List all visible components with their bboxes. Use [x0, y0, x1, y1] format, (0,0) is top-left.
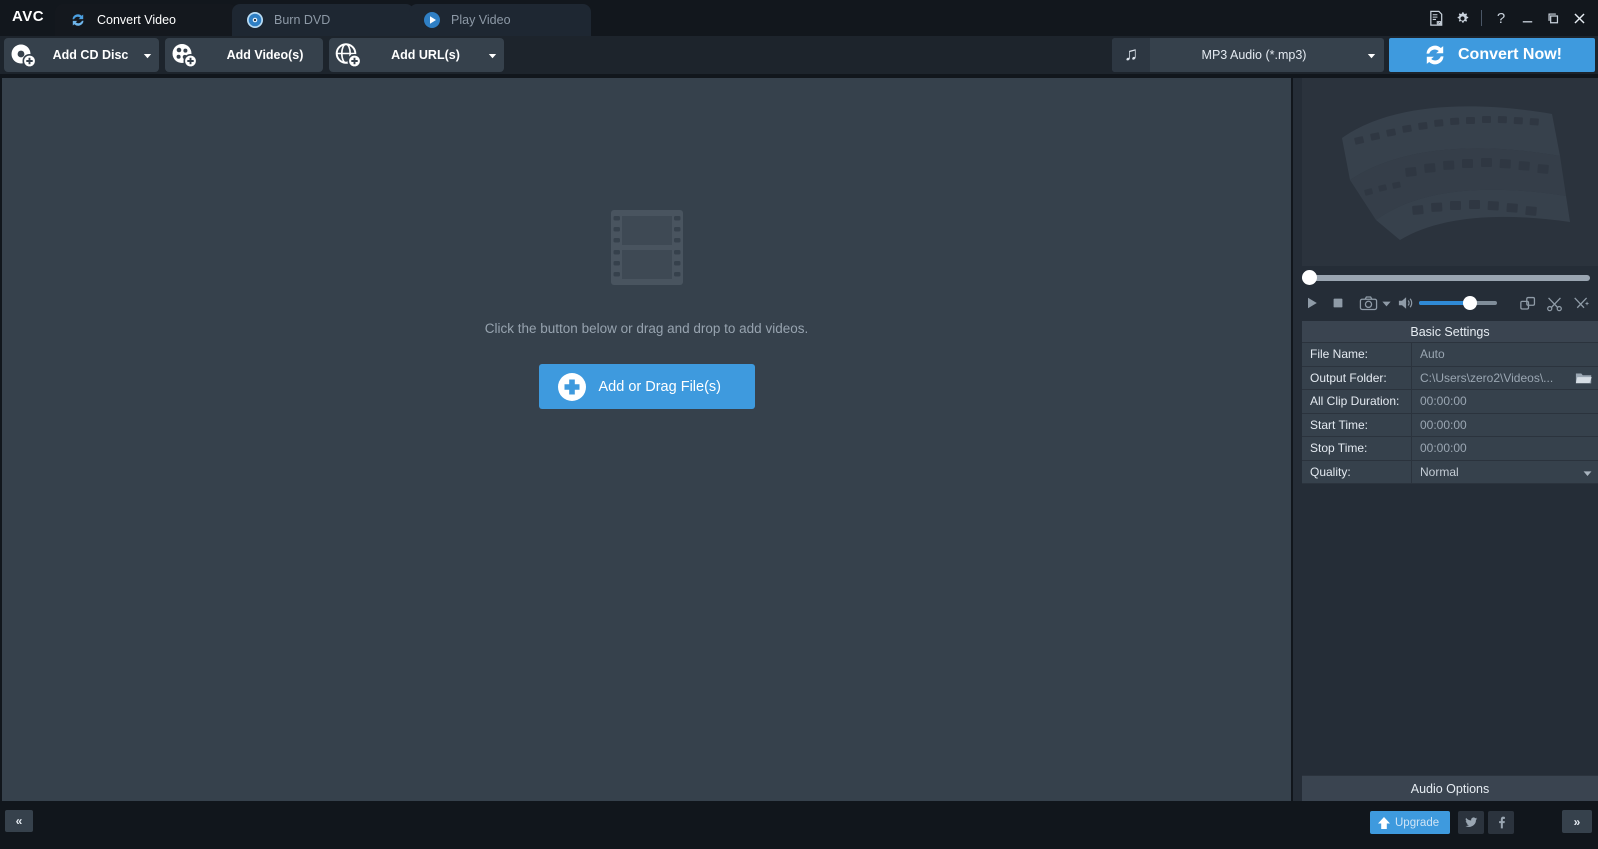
chevron-down-icon[interactable]	[480, 50, 504, 61]
add-or-drag-files-button[interactable]: Add or Drag File(s)	[538, 364, 755, 409]
chevron-down-icon[interactable]	[1380, 291, 1393, 315]
app-logo: AVC	[12, 8, 45, 25]
stop-icon[interactable]	[1327, 291, 1349, 315]
gear-icon[interactable]	[1449, 3, 1475, 33]
convert-icon	[1422, 42, 1448, 68]
film-reel-plus-icon	[169, 40, 199, 70]
table-row: Start Time: 00:00:00	[1302, 413, 1598, 437]
setting-value-start-time[interactable]: 00:00:00	[1412, 413, 1598, 436]
tab-label-burn-dvd: Burn DVD	[274, 13, 331, 27]
setting-value-quality[interactable]: Normal	[1412, 460, 1598, 483]
tab-label-convert-video: Convert Video	[97, 13, 176, 27]
setting-label-stop-time: Stop Time:	[1302, 437, 1412, 460]
audio-options-button[interactable]: Audio Options	[1302, 775, 1598, 801]
chevron-down-icon[interactable]	[1358, 50, 1384, 61]
volume-slider[interactable]	[1418, 293, 1497, 313]
preview-player[interactable]	[1302, 78, 1598, 266]
setting-value-file-name[interactable]: Auto	[1412, 343, 1598, 366]
effects-icon[interactable]	[1569, 291, 1593, 315]
close-icon[interactable]	[1566, 3, 1592, 33]
music-note-icon: ♫	[1112, 38, 1150, 72]
quality-value: Normal	[1420, 464, 1459, 479]
volume-thumb[interactable]	[1462, 296, 1477, 310]
disc-icon	[246, 11, 264, 29]
upgrade-label: Upgrade	[1395, 816, 1440, 829]
empty-state-hint: Click the button below or drag and drop …	[484, 321, 809, 336]
help-icon[interactable]: ?	[1488, 3, 1514, 33]
application-window: AVC Convert Video Burn DVD Play Video ? …	[0, 0, 1598, 849]
play-circle-icon	[423, 11, 441, 29]
add-cd-disc-button[interactable]: Add CD Disc	[4, 38, 159, 72]
volume-icon[interactable]	[1397, 291, 1417, 315]
facebook-icon[interactable]	[1488, 811, 1514, 834]
add-videos-button[interactable]: Add Video(s)	[165, 38, 323, 72]
upgrade-button[interactable]: Upgrade	[1370, 811, 1450, 834]
snapshot-icon[interactable]	[1357, 291, 1379, 315]
right-panel: Basic Settings File Name: Auto Output Fo…	[1293, 78, 1598, 801]
seek-bar[interactable]	[1302, 268, 1590, 288]
table-row: File Name: Auto	[1302, 343, 1598, 367]
table-row: Output Folder: C:\Users\zero2\Videos\...	[1302, 366, 1598, 390]
tab-play-video[interactable]: Play Video	[409, 4, 591, 36]
add-urls-button[interactable]: Add URL(s)	[329, 38, 504, 72]
seek-track	[1302, 275, 1590, 281]
tab-convert-video[interactable]: Convert Video	[55, 4, 237, 36]
upload-arrow-icon	[1376, 815, 1392, 831]
volume-fill	[1418, 301, 1469, 305]
video-list-area[interactable]: Click the button below or drag and drop …	[2, 78, 1291, 801]
table-row: Quality: Normal	[1302, 460, 1598, 484]
table-row: All Clip Duration: 00:00:00	[1302, 390, 1598, 414]
player-controls	[1301, 288, 1593, 318]
chevron-down-icon[interactable]	[135, 50, 159, 61]
collapse-left-button[interactable]: «	[5, 810, 33, 832]
output-format-label: MP3 Audio (*.mp3)	[1201, 48, 1307, 62]
tab-burn-dvd[interactable]: Burn DVD	[232, 4, 414, 36]
folder-browse-icon[interactable]	[1575, 370, 1593, 386]
setting-label-start-time: Start Time:	[1302, 413, 1412, 436]
globe-plus-icon	[333, 40, 363, 70]
setting-value-stop-time[interactable]: 00:00:00	[1412, 437, 1598, 460]
titlebar-divider	[1481, 10, 1482, 26]
twitter-icon[interactable]	[1458, 811, 1484, 834]
convert-now-label: Convert Now!	[1458, 46, 1562, 63]
minimize-icon[interactable]	[1514, 3, 1540, 33]
add-urls-label: Add URL(s)	[391, 48, 460, 62]
chevron-down-icon[interactable]	[1583, 470, 1592, 477]
setting-value-output-folder[interactable]: C:\Users\zero2\Videos\...	[1412, 366, 1598, 389]
window-controls: ?	[1423, 0, 1592, 36]
setting-label-output-folder: Output Folder:	[1302, 366, 1412, 389]
setting-label-quality: Quality:	[1302, 460, 1412, 483]
filmstrip-watermark-icon	[1320, 92, 1580, 252]
empty-state: Click the button below or drag and drop …	[2, 78, 1291, 801]
output-format-selector[interactable]: ♫ MP3 Audio (*.mp3)	[1112, 38, 1384, 72]
convert-now-button[interactable]: Convert Now!	[1389, 38, 1595, 72]
tab-label-play-video: Play Video	[451, 13, 511, 27]
add-or-drag-files-label: Add or Drag File(s)	[598, 378, 721, 395]
merge-icon[interactable]	[1517, 291, 1541, 315]
setting-label-file-name: File Name:	[1302, 343, 1412, 366]
basic-settings-panel: Basic Settings File Name: Auto Output Fo…	[1302, 321, 1598, 484]
plus-circle-icon	[557, 372, 587, 402]
title-bar: AVC Convert Video Burn DVD Play Video ?	[0, 0, 1598, 36]
restore-icon[interactable]	[1540, 3, 1566, 33]
seek-thumb[interactable]	[1302, 270, 1317, 285]
main-toolbar: Add CD Disc Add Video(s) Add URL(s) ♫ MP…	[0, 36, 1598, 74]
bottom-bar: « Upgrade »	[0, 802, 1598, 849]
cd-plus-icon	[8, 40, 38, 70]
setting-label-all-clip-duration: All Clip Duration:	[1302, 390, 1412, 413]
play-icon[interactable]	[1301, 291, 1323, 315]
convert-icon	[69, 11, 87, 29]
table-row: Stop Time: 00:00:00	[1302, 437, 1598, 461]
basic-settings-title: Basic Settings	[1302, 321, 1598, 343]
log-icon[interactable]	[1423, 3, 1449, 33]
add-cd-disc-label: Add CD Disc	[52, 48, 129, 62]
collapse-right-button[interactable]: »	[1562, 810, 1592, 833]
filmstrip-placeholder-icon	[606, 210, 688, 285]
setting-value-all-clip-duration[interactable]: 00:00:00	[1412, 390, 1598, 413]
add-videos-label: Add Video(s)	[226, 48, 304, 62]
output-folder-path: C:\Users\zero2\Videos\...	[1420, 370, 1554, 385]
cut-icon[interactable]	[1543, 291, 1567, 315]
